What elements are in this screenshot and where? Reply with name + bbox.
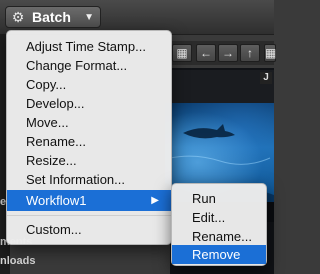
chevron-down-icon: ▼ xyxy=(84,11,94,23)
submenu-item-rename[interactable]: Rename... xyxy=(172,227,266,246)
back-arrow-icon[interactable]: ← xyxy=(196,44,216,62)
up-arrow-icon[interactable]: ↑ xyxy=(240,44,260,62)
menu-item-move[interactable]: Move... xyxy=(7,113,171,132)
menu-separator xyxy=(7,215,171,216)
grid-view-icon[interactable]: ▦ xyxy=(172,44,192,62)
menu-item-develop[interactable]: Develop... xyxy=(7,94,171,113)
batch-menu: Adjust Time Stamp... Change Format... Co… xyxy=(6,30,172,245)
sidebar-item-label: nloads xyxy=(0,255,36,267)
submenu-item-run[interactable]: Run xyxy=(172,189,266,208)
menu-item-adjust-time-stamp[interactable]: Adjust Time Stamp... xyxy=(7,37,171,56)
grid-view-icon[interactable]: ▦ xyxy=(264,44,276,62)
menu-item-resize[interactable]: Resize... xyxy=(7,151,171,170)
navigation-toolbar: ▦ ← → ↑ ▦ xyxy=(170,41,276,65)
batch-button[interactable]: ⚙ Batch ▼ xyxy=(5,6,101,28)
submenu-item-remove[interactable]: Remove xyxy=(172,245,266,264)
submenu-arrow-icon: ▶ xyxy=(151,195,159,206)
menu-item-workflow1[interactable]: Workflow1 ▶ xyxy=(7,190,171,211)
menu-item-set-information[interactable]: Set Information... xyxy=(7,170,171,189)
gear-icon: ⚙ xyxy=(11,8,25,25)
color-label-badge: J xyxy=(260,72,272,84)
forward-arrow-icon[interactable]: → xyxy=(218,44,238,62)
menu-item-label: Workflow1 xyxy=(26,193,87,208)
menu-item-copy[interactable]: Copy... xyxy=(7,75,171,94)
workflow-submenu: Run Edit... Rename... Remove xyxy=(171,183,267,266)
menu-item-rename[interactable]: Rename... xyxy=(7,132,171,151)
submenu-item-edit[interactable]: Edit... xyxy=(172,208,266,227)
menu-item-custom[interactable]: Custom... xyxy=(7,220,171,239)
menu-item-change-format[interactable]: Change Format... xyxy=(7,56,171,75)
batch-button-label: Batch xyxy=(32,9,71,25)
